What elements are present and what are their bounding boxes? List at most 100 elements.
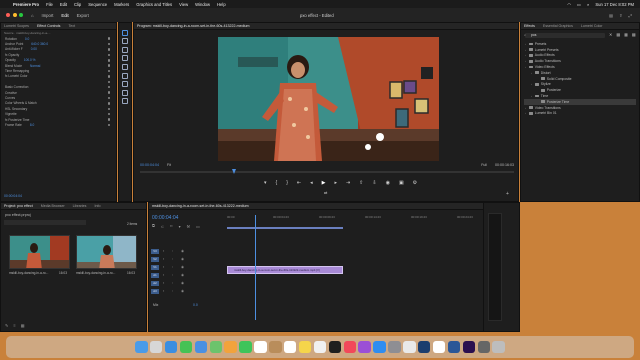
keyframe-toggle-icon[interactable]: [107, 53, 110, 57]
wrench-icon[interactable]: ⚒: [187, 224, 190, 229]
button-editor-icon[interactable]: ⇄: [324, 190, 327, 195]
appstore-icon[interactable]: [373, 340, 386, 354]
sync-icon[interactable]: ▫: [172, 281, 173, 285]
timeline-playhead[interactable]: [255, 215, 256, 320]
nav-import[interactable]: Import: [42, 13, 54, 18]
mark-out-icon[interactable]: }: [286, 180, 288, 186]
close-window-icon[interactable]: [6, 13, 10, 17]
keyframe-toggle-icon[interactable]: [107, 42, 110, 46]
menu-sequence[interactable]: Sequence: [88, 2, 107, 7]
selection-tool-icon[interactable]: [122, 29, 128, 36]
effect-property-value[interactable]: 640.0 360.0: [31, 42, 48, 46]
project-search-input[interactable]: [4, 220, 86, 225]
effect-property-row[interactable]: Frame Rate 8.0: [1, 122, 116, 127]
lock-icon[interactable]: ▪: [163, 257, 164, 261]
step-forward-icon[interactable]: ▸: [334, 180, 337, 186]
chevron-right-icon[interactable]: ›: [524, 42, 527, 46]
razor-tool-icon[interactable]: [122, 55, 128, 62]
clear-search-icon[interactable]: ✕: [609, 32, 612, 37]
type-tool-icon[interactable]: [122, 98, 128, 105]
keyframe-toggle-icon[interactable]: [107, 102, 110, 105]
compare-view-icon[interactable]: ▣: [399, 180, 404, 186]
notes-icon[interactable]: [298, 340, 312, 354]
keyframe-toggle-icon[interactable]: [107, 85, 110, 89]
chevron-right-icon[interactable]: ›: [530, 82, 533, 86]
word-icon[interactable]: [447, 340, 461, 354]
keyframe-toggle-icon[interactable]: [107, 37, 110, 40]
add-button-icon[interactable]: +: [506, 191, 509, 197]
menu-app-name[interactable]: Premiere Pro: [13, 2, 39, 7]
chevron-right-icon[interactable]: ›: [524, 48, 527, 52]
keyframe-toggle-icon[interactable]: [107, 118, 110, 121]
sync-icon[interactable]: ▫: [172, 289, 173, 293]
battery-icon[interactable]: ▭: [577, 2, 581, 7]
ripple-edit-tool-icon[interactable]: [122, 46, 128, 53]
menu-clip[interactable]: Clip: [74, 2, 81, 7]
pen-tool-icon[interactable]: [122, 72, 128, 79]
tab-libraries[interactable]: Libraries: [73, 204, 87, 208]
lock-icon[interactable]: ▪: [163, 289, 164, 293]
add-marker-icon[interactable]: ▾: [179, 224, 181, 229]
share-icon[interactable]: ⇪: [619, 13, 623, 18]
minimize-window-icon[interactable]: [12, 13, 17, 17]
photos-icon[interactable]: [224, 340, 237, 354]
safari-icon[interactable]: [164, 340, 178, 354]
eye-icon[interactable]: ◉: [181, 249, 184, 253]
keyframe-toggle-icon[interactable]: [107, 64, 110, 67]
snap-icon[interactable]: ⊂: [161, 224, 164, 229]
nav-edit[interactable]: Edit: [61, 13, 68, 18]
accelerated-effects-icon[interactable]: ▦: [616, 32, 620, 37]
track-select-tool-icon[interactable]: [122, 38, 128, 45]
lock-icon[interactable]: ▪: [163, 281, 164, 285]
sync-icon[interactable]: ▫: [172, 265, 173, 269]
lock-icon[interactable]: ▪: [163, 249, 164, 253]
tab-project[interactable]: Project: pxo effect: [4, 204, 33, 208]
menu-view[interactable]: View: [179, 2, 188, 7]
list-view-icon[interactable]: ≡: [13, 323, 15, 328]
home-icon[interactable]: ⌂: [31, 13, 34, 18]
tab-lumetri-color[interactable]: Lumetri Color: [581, 24, 603, 28]
nav-export[interactable]: Export: [77, 13, 89, 18]
tab-effects[interactable]: Effects: [524, 24, 535, 28]
extract-icon[interactable]: ⇩: [372, 180, 376, 186]
effect-property-value[interactable]: Normal: [30, 64, 40, 68]
menu-edit[interactable]: Edit: [60, 2, 67, 7]
resolution-select[interactable]: Full: [481, 163, 487, 167]
calendar-icon[interactable]: [254, 340, 267, 354]
program-monitor-title[interactable]: Program: mskill-boy-dancing-in-a-room-se…: [137, 24, 249, 28]
rectangle-tool-icon[interactable]: [122, 81, 128, 88]
settings-icon[interactable]: [388, 340, 401, 354]
effects-search-input[interactable]: pos: [525, 33, 605, 38]
zoom-window-icon[interactable]: [19, 13, 23, 17]
video-frame[interactable]: [218, 37, 439, 161]
messages-icon[interactable]: [179, 340, 193, 354]
monitor-scrubber[interactable]: [140, 171, 514, 173]
chrome-icon[interactable]: [403, 340, 416, 354]
effect-property-value[interactable]: 100.0 %: [24, 58, 36, 62]
settings-icon[interactable]: ⚙: [413, 180, 417, 186]
go-to-in-icon[interactable]: ⇤: [297, 180, 301, 186]
menu-markers[interactable]: Markers: [114, 2, 129, 7]
keyframe-toggle-icon[interactable]: [107, 91, 110, 94]
keyframe-toggle-icon[interactable]: [107, 112, 110, 116]
lift-icon[interactable]: ⇧: [359, 180, 363, 186]
keyframe-toggle-icon[interactable]: [107, 75, 110, 78]
32bit-effects-icon[interactable]: ▦: [624, 32, 628, 37]
time-ruler[interactable]: 00:00 00:00:04:23 00:00:09:23 00:00:14:23 00…: [227, 215, 519, 221]
chevron-right-icon[interactable]: ›: [524, 53, 527, 57]
premiere-icon[interactable]: [462, 340, 476, 354]
mail-icon[interactable]: [194, 340, 208, 354]
keyframe-toggle-icon[interactable]: [107, 96, 110, 100]
trash-icon[interactable]: [492, 340, 505, 354]
freeform-icon[interactable]: [313, 340, 327, 354]
hand-tool-icon[interactable]: [122, 89, 128, 96]
work-area-bar[interactable]: [227, 227, 343, 229]
mix-value[interactable]: 0.0: [193, 303, 198, 307]
play-button-icon[interactable]: ▶: [322, 180, 326, 186]
effect-property-value[interactable]: 0.00: [31, 47, 37, 51]
workspaces-icon[interactable]: ▤: [609, 13, 613, 18]
menu-help[interactable]: Help: [217, 2, 226, 7]
keyframe-toggle-icon[interactable]: [107, 80, 110, 84]
eye-icon[interactable]: ◉: [181, 257, 184, 261]
finder-icon[interactable]: [135, 340, 148, 354]
